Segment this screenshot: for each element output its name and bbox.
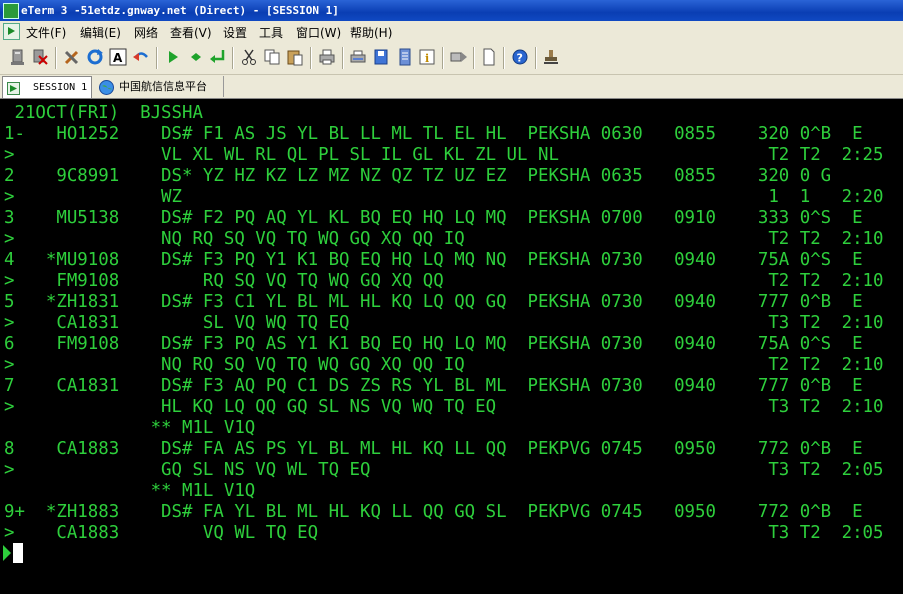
help-icon[interactable]: ? xyxy=(511,48,529,66)
return-icon[interactable] xyxy=(209,48,227,66)
refresh-icon[interactable] xyxy=(86,48,104,66)
terminal-line: 4 *MU9108 DS# F3 PQ Y1 K1 BQ EQ HQ LQ MQ… xyxy=(4,250,863,270)
svg-text:A: A xyxy=(113,51,123,65)
terminal-line: > FM9108 RQ SQ VQ TQ WQ GQ XQ QQ T2 T2 2… xyxy=(4,271,884,291)
step-icon[interactable] xyxy=(187,48,205,66)
stamp-icon[interactable] xyxy=(542,48,560,66)
window-title: eTerm 3 -51etdz.gnway.net (Direct) - [SE… xyxy=(21,4,339,17)
terminal-line: 9+ *ZH1883 DS# FA YL BL ML HL KQ LL QQ G… xyxy=(4,502,863,522)
terminal-line: 6 FM9108 DS# F3 PQ AS Y1 K1 BQ EQ HQ LQ … xyxy=(4,334,863,354)
menu-network[interactable]: 网络 xyxy=(134,24,158,41)
run-icon[interactable] xyxy=(164,48,182,66)
send-icon[interactable] xyxy=(450,48,468,66)
paste-icon[interactable] xyxy=(286,48,304,66)
disconnect-icon[interactable] xyxy=(31,48,49,66)
menu-help[interactable]: 帮助(H) xyxy=(350,24,392,41)
menu-view[interactable]: 查看(V) xyxy=(170,24,212,41)
menu-window[interactable]: 窗口(W) xyxy=(296,24,341,41)
save-icon[interactable] xyxy=(372,48,390,66)
terminal-line: > CA1831 SL VQ WQ TQ EQ T3 T2 2:10 xyxy=(4,313,884,333)
terminal-line: 1- HO1252 DS# F1 AS JS YL BL LL ML TL EL… xyxy=(4,124,863,144)
prompt-arrow-icon xyxy=(3,545,11,561)
globe-icon xyxy=(99,80,114,95)
menu-tools[interactable]: 工具 xyxy=(259,24,283,41)
menu-settings[interactable]: 设置 xyxy=(223,24,247,41)
svg-text:?: ? xyxy=(517,52,523,65)
terminal-line: 5 *ZH1831 DS# F3 C1 YL BL ML HL KQ LQ QQ… xyxy=(4,292,863,312)
terminal-line: > CA1883 VQ WL TQ EQ T3 T2 2:05 xyxy=(4,523,884,543)
terminal-line: 8 CA1883 DS# FA AS PS YL BL ML HL KQ LL … xyxy=(4,439,863,459)
font-icon[interactable]: A xyxy=(109,48,127,66)
svg-text:i: i xyxy=(425,52,429,65)
terminal-output: 21OCT(FRI) BJSSHA 1- HO1252 DS# F1 AS JS… xyxy=(4,103,883,544)
toolbar: A i ? xyxy=(0,42,903,75)
document-menu-icon[interactable] xyxy=(3,23,20,40)
info-icon[interactable]: i xyxy=(418,48,436,66)
terminal-line: > NQ RQ SQ VQ TQ WQ GQ XQ QQ IQ T2 T2 2:… xyxy=(4,355,884,375)
terminal-icon xyxy=(7,81,20,95)
terminal-line: 7 CA1831 DS# F3 AQ PQ C1 DS ZS RS YL BL … xyxy=(4,376,863,396)
print-icon[interactable] xyxy=(318,48,336,66)
tools-icon[interactable] xyxy=(63,48,81,66)
terminal-line: 3 MU5138 DS# F2 PQ AQ YL KL BQ EQ HQ LQ … xyxy=(4,208,863,228)
copy-icon[interactable] xyxy=(263,48,281,66)
session-tab-bar: SESSION 1 中国航信信息平台 xyxy=(0,75,903,99)
terminal-screen[interactable]: 21OCT(FRI) BJSSHA 1- HO1252 DS# F1 AS JS… xyxy=(0,99,903,594)
notes-icon[interactable] xyxy=(396,48,414,66)
tab-platform[interactable]: 中国航信信息平台 xyxy=(95,76,224,97)
terminal-line: ** M1L V1Q xyxy=(4,418,256,438)
undo-icon[interactable] xyxy=(132,48,150,66)
connect-icon[interactable] xyxy=(9,48,27,66)
app-icon xyxy=(3,3,19,19)
terminal-line: > WZ 1 1 2:20 xyxy=(4,187,884,207)
terminal-line: ** M1L V1Q xyxy=(4,481,256,501)
terminal-line: > NQ RQ SQ VQ TQ WQ GQ XQ QQ IQ T2 T2 2:… xyxy=(4,229,884,249)
title-bar[interactable]: eTerm 3 -51etdz.gnway.net (Direct) - [SE… xyxy=(0,0,903,21)
terminal-line: 21OCT(FRI) BJSSHA xyxy=(4,103,203,123)
terminal-line: > VL XL WL RL QL PL SL IL GL KL ZL UL NL… xyxy=(4,145,884,165)
print-preview-icon[interactable] xyxy=(349,48,367,66)
terminal-line: > GQ SL NS VQ WL TQ EQ T3 T2 2:05 xyxy=(4,460,884,480)
tab-label: SESSION 1 xyxy=(33,82,88,93)
tab-session-1[interactable]: SESSION 1 xyxy=(2,76,92,98)
text-cursor xyxy=(13,543,23,563)
menu-file[interactable]: 文件(F) xyxy=(26,24,66,41)
cut-icon[interactable] xyxy=(240,48,258,66)
terminal-line: > HL KQ LQ QQ GQ SL NS VQ WQ TQ EQ T3 T2… xyxy=(4,397,884,417)
new-doc-icon[interactable] xyxy=(480,48,498,66)
menu-edit[interactable]: 编辑(E) xyxy=(80,24,121,41)
tab-label: 中国航信信息平台 xyxy=(119,80,207,93)
menu-bar: 文件(F) 编辑(E) 网络 查看(V) 设置 工具 窗口(W) 帮助(H) xyxy=(0,21,903,42)
terminal-line: 2 9C8991 DS* YZ HZ KZ LZ MZ NZ QZ TZ UZ … xyxy=(4,166,832,186)
